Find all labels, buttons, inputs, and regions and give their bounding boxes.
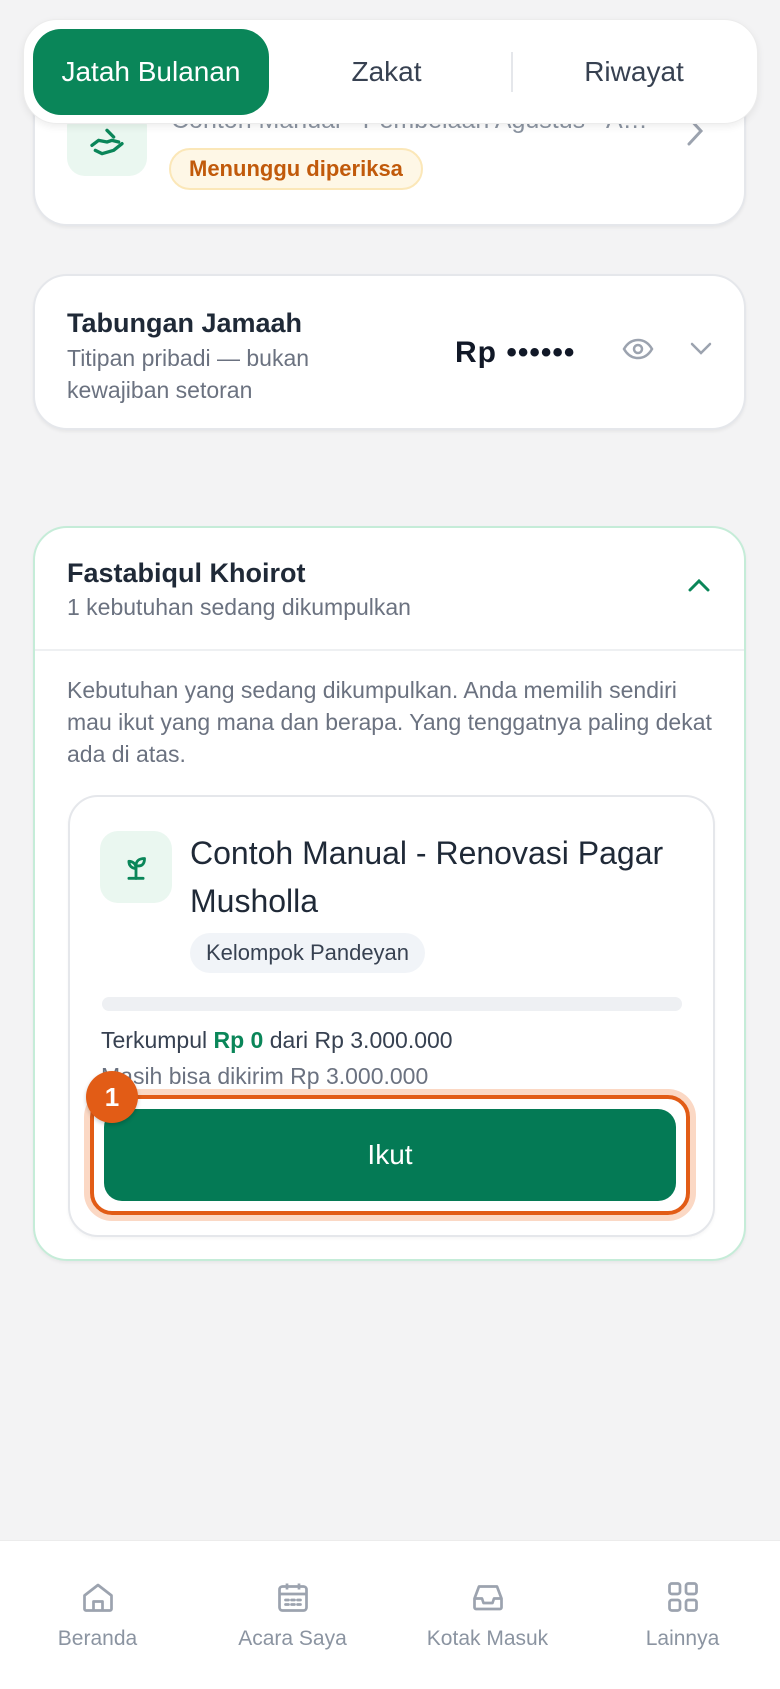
eye-icon[interactable] [622, 338, 654, 365]
tabungan-card[interactable]: Tabungan Jamaah Titipan pribadi — bukan … [33, 274, 746, 430]
nav-label: Kotak Masuk [426, 1627, 549, 1650]
tab-jatah-bulanan[interactable]: Jatah Bulanan [33, 29, 269, 115]
nav-label: Beranda [57, 1627, 138, 1650]
calendar-icon [195, 1575, 390, 1619]
fastabiqul-subtitle: 1 kebutuhan sedang dikumpulkan [67, 594, 411, 620]
collected-suffix: dari Rp 3.000.000 [269, 1027, 453, 1053]
nav-lainnya[interactable]: Lainnya [585, 1575, 780, 1651]
tabungan-subtitle: Titipan pribadi — bukan kewajiban setora… [67, 345, 310, 403]
collected-amount: Rp 0 [213, 1027, 264, 1053]
group-badge: Kelompok Pandeyan [190, 933, 426, 973]
need-title: Contoh Manual - Renovasi Pagar Musholla [190, 835, 664, 919]
tab-zakat[interactable]: Zakat [274, 29, 499, 115]
bottom-nav: Beranda Acara Saya Kotak Masuk Lainnya [0, 1540, 780, 1689]
home-icon [0, 1575, 195, 1619]
progress-bar [102, 997, 682, 1011]
join-button[interactable]: Ikut [104, 1109, 676, 1201]
collected-text: Terkumpul Rp 0 dari Rp 3.000.000 [101, 1027, 453, 1054]
tab-divider [511, 52, 513, 92]
tab-riwayat[interactable]: Riwayat [514, 29, 754, 115]
fastabiqul-card: Fastabiqul Khoirot 1 kebutuhan sedang di… [33, 526, 746, 1261]
divider [35, 649, 744, 651]
tab-bar: Jatah Bulanan Zakat Riwayat [23, 19, 758, 124]
nav-label: Acara Saya [238, 1627, 347, 1650]
need-card: Contoh Manual - Renovasi Pagar Musholla … [68, 795, 715, 1237]
fastabiqul-description: Kebutuhan yang sedang dikumpulkan. Anda … [67, 677, 712, 767]
chevron-up-icon[interactable] [688, 578, 710, 597]
inbox-icon [390, 1575, 585, 1619]
join-highlight: Ikut 1 [86, 1071, 690, 1215]
tabungan-title: Tabungan Jamaah [67, 308, 303, 338]
sprout-icon [100, 831, 172, 903]
chevron-down-icon[interactable] [690, 342, 712, 361]
collected-prefix: Terkumpul [101, 1027, 208, 1053]
nav-label: Lainnya [645, 1627, 720, 1650]
fastabiqul-title: Fastabiqul Khoirot [67, 558, 306, 588]
tabungan-amount: Rp •••••• [455, 336, 576, 369]
nav-acara-saya[interactable]: Acara Saya [195, 1575, 390, 1651]
status-badge: Menunggu diperiksa [169, 148, 423, 190]
grid-icon [585, 1575, 780, 1619]
step-badge: 1 [86, 1071, 138, 1123]
nav-kotak-masuk[interactable]: Kotak Masuk [390, 1575, 585, 1651]
nav-beranda[interactable]: Beranda [0, 1575, 195, 1651]
remaining-text: Masih bisa dikirim Rp 3.000.000 [101, 1063, 429, 1089]
